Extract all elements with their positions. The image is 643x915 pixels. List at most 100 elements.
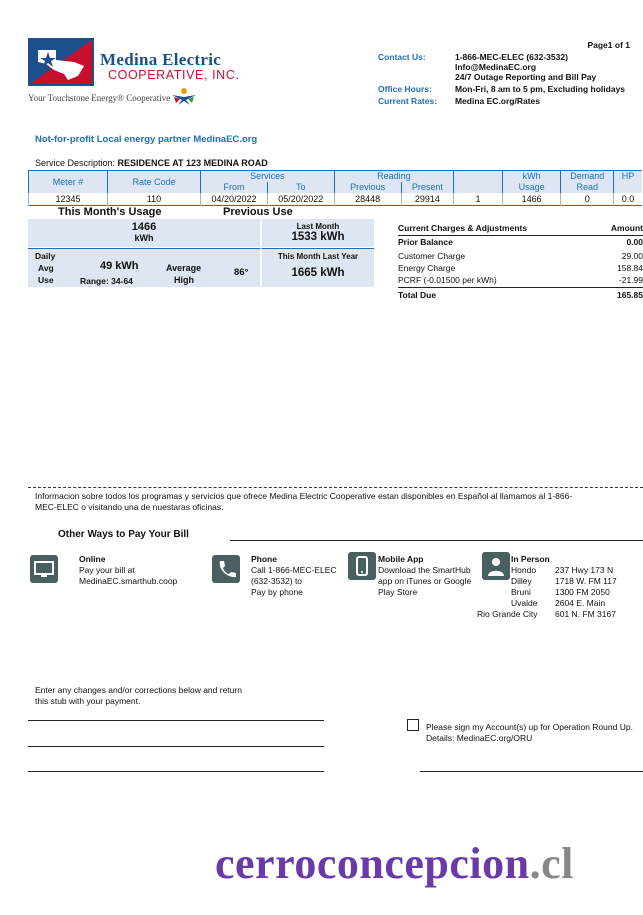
rates-label: Current Rates: <box>378 96 438 106</box>
rates-link[interactable]: Medina EC.org/Rates <box>455 96 540 106</box>
hours-value: Mon-Fri, 8 am to 5 pm, Excluding holiday… <box>455 84 626 94</box>
col-meter: Meter # <box>28 170 108 193</box>
watermark: cerroconcepcion.cl <box>215 838 574 889</box>
cell-hp: 0.0 <box>613 192 642 206</box>
charge-value: 158.84 <box>617 263 643 273</box>
avg-label: Avg <box>38 263 54 273</box>
cell-from: 04/20/2022 <box>200 192 268 206</box>
roundup-checkbox[interactable] <box>407 719 419 731</box>
signature-line[interactable] <box>420 771 643 772</box>
watermark-tld: .cl <box>529 839 574 888</box>
last-year-value: 1665 kWh <box>291 267 345 279</box>
location-addr: 601 N. FM 3167 <box>555 609 616 619</box>
cell-meter: 12345 <box>28 192 108 206</box>
company-sub: COOPERATIVE, INC. <box>108 68 240 82</box>
mobile-icon <box>348 552 376 580</box>
phone-icon <box>212 555 240 583</box>
location-addr: 1300 FM 2050 <box>555 587 610 597</box>
cell-rate: 110 <box>106 192 201 206</box>
cell-usage: 1466 <box>501 192 561 206</box>
correction-line[interactable] <box>28 771 324 772</box>
cell-to: 05/20/2022 <box>266 192 335 206</box>
meter-table: Meter # Rate Code Services Reading kWh D… <box>28 170 642 206</box>
contact-phone[interactable]: 1-866-MEC-ELEC (632-3532) <box>455 52 568 62</box>
this-month-box: 1466 kWh <box>28 219 260 247</box>
use-label: Use <box>38 275 54 285</box>
charge-label: Energy Charge <box>398 263 456 273</box>
location-addr: 1718 W. FM 117 <box>555 576 617 586</box>
company-logo <box>28 38 94 86</box>
phone-text-3: Pay by phone <box>251 587 303 597</box>
location-city: Hondo <box>511 565 537 575</box>
mobile-text-2: app on iTunes or Google <box>378 576 472 586</box>
stub-divider <box>28 487 643 488</box>
average-label: Average <box>166 263 202 273</box>
this-month-heading: This Month's Usage <box>58 206 162 218</box>
last-month-value: 1533 kWh <box>291 231 345 243</box>
location-city: Bruni <box>511 587 531 597</box>
usage-panel: 1466 kWh Last Month 1533 kWh Daily Avg U… <box>28 219 374 287</box>
phone-title: Phone <box>251 554 277 564</box>
contact-label: Contact Us: <box>378 52 426 62</box>
correction-line[interactable] <box>28 746 324 747</box>
charge-label: PCRF (-0.01500 per kWh) <box>398 275 497 285</box>
total-due-label: Total Due <box>398 290 437 300</box>
mobile-title: Mobile App <box>378 554 424 564</box>
last-month-box: Last Month 1533 kWh <box>260 219 374 247</box>
contact-email[interactable]: Info@MedinaEC.org <box>455 62 536 72</box>
charges-header: Current Charges & Adjustments Amount <box>398 223 643 236</box>
this-month-unit: kWh <box>134 233 154 243</box>
total-due-row: Total Due 165.85 <box>398 290 643 300</box>
phone-text-1[interactable]: Call 1-866-MEC-ELEC <box>251 565 337 576</box>
person-icon <box>482 552 510 580</box>
pay-title-rule <box>230 540 643 541</box>
watermark-main: cerroconcepcion <box>215 839 530 888</box>
pay-title: Other Ways to Pay Your Bill <box>58 529 189 540</box>
col-hp-sub <box>613 181 642 193</box>
col-present: Present <box>400 181 454 193</box>
tagline: Your Touchstone Energy® Cooperative <box>28 93 171 103</box>
correction-line[interactable] <box>28 720 324 721</box>
charge-value: -21.99 <box>618 275 643 285</box>
hours-label: Office Hours: <box>378 84 432 94</box>
col-kwh: kWh <box>501 170 561 182</box>
daily-value: 49 kWh <box>100 260 139 272</box>
col-services: Services <box>200 170 335 182</box>
cell-demand: 0 <box>560 192 614 206</box>
charge-row: PCRF (-0.01500 per kWh) -21.99 <box>398 275 643 288</box>
location-city: Dilley <box>511 576 532 586</box>
daily-label: Daily <box>35 251 56 261</box>
charge-row: Energy Charge 158.84 <box>398 263 643 273</box>
daily-box: Daily Avg Use 49 kWh Range: 34-64 Averag… <box>28 248 260 287</box>
col-usage: Usage <box>501 181 561 193</box>
col-reading: Reading <box>333 170 454 182</box>
this-month-value: 1466 <box>131 221 157 233</box>
mobile-text-3: Play Store <box>378 587 418 597</box>
service-description: Service Description: RESIDENCE AT 123 ME… <box>35 158 268 168</box>
online-link[interactable]: MedinaEC.smarthub.coop <box>79 576 177 587</box>
last-year-label: This Month Last Year <box>277 252 359 261</box>
cell-present: 29914 <box>400 192 454 206</box>
touchstone-figure-icon <box>172 88 196 105</box>
nonprofit-line: Not-for-profit Local energy partner Medi… <box>35 134 258 145</box>
charge-value: 0.00 <box>626 237 643 247</box>
col-hp: HP <box>613 170 642 182</box>
service-label: Service Description: <box>35 158 116 168</box>
last-year-box: This Month Last Year 1665 kWh <box>260 248 374 287</box>
roundup-details[interactable]: Details: MedinaEC.org/ORU <box>426 733 532 743</box>
charge-value: 29.00 <box>621 251 643 261</box>
daily-range: Range: 34-64 <box>80 276 133 286</box>
avg-temp: 86° <box>234 267 249 278</box>
previous-use-heading: Previous Use <box>223 206 293 218</box>
company-name: Medina Electric <box>100 50 222 69</box>
location-addr: 237 Hwy 173 N <box>555 565 614 575</box>
col-demand: Demand <box>560 170 614 182</box>
charge-row: Prior Balance 0.00 <box>398 237 643 247</box>
computer-icon <box>30 555 58 583</box>
charge-label: Prior Balance <box>398 237 453 247</box>
contact-outage: 24/7 Outage Reporting and Bill Pay <box>455 72 597 82</box>
col-from: From <box>200 181 268 193</box>
roundup-text: Please sign my Account(s) up for Operati… <box>426 722 633 732</box>
cell-mult: 1 <box>453 192 503 206</box>
online-title: Online <box>79 554 106 564</box>
